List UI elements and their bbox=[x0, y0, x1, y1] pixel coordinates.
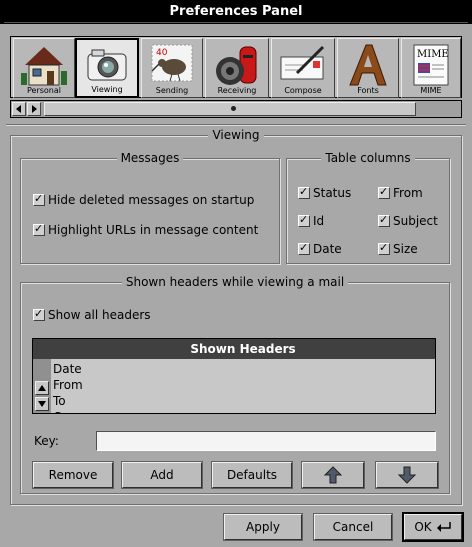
list-scrollbar[interactable] bbox=[33, 359, 51, 413]
tab-label: Personal bbox=[26, 86, 61, 95]
check-icon bbox=[33, 222, 45, 236]
check-icon bbox=[378, 185, 390, 199]
svg-text:MIME: MIME bbox=[417, 49, 449, 60]
move-up-button[interactable] bbox=[301, 461, 365, 489]
check-icon bbox=[298, 213, 310, 227]
scroll-right-button[interactable] bbox=[27, 102, 41, 116]
list-item[interactable]: From bbox=[53, 377, 433, 393]
table-columns-title: Table columns bbox=[321, 151, 415, 165]
svg-text:40: 40 bbox=[156, 48, 168, 58]
mime-document-icon: MIME bbox=[413, 44, 449, 86]
tab-label: MIME bbox=[420, 86, 442, 95]
scroll-up-button[interactable] bbox=[35, 381, 49, 395]
stamp-kiwi-icon: 40 bbox=[151, 44, 193, 82]
column-id-checkbox[interactable]: Id bbox=[298, 213, 325, 228]
check-icon bbox=[378, 241, 390, 255]
move-down-button[interactable] bbox=[375, 461, 439, 489]
thumb-grip-icon bbox=[231, 106, 236, 111]
show-all-headers-checkbox[interactable]: Show all headers bbox=[33, 307, 151, 322]
postbox-icon bbox=[216, 46, 257, 85]
shown-headers-list[interactable]: Shown Headers Date From To Cc bbox=[32, 338, 436, 414]
tab-label: Receiving bbox=[217, 86, 257, 95]
arrow-right-icon bbox=[32, 105, 37, 113]
tab-sending[interactable]: 40 Sending bbox=[141, 38, 203, 98]
scroll-down-button[interactable] bbox=[35, 397, 49, 411]
add-button[interactable]: Add bbox=[121, 461, 203, 489]
arrow-up-icon bbox=[323, 466, 343, 484]
scroll-thumb[interactable] bbox=[44, 102, 416, 116]
messages-title: Messages bbox=[116, 151, 184, 165]
list-column-header[interactable]: Shown Headers bbox=[51, 339, 435, 359]
tab-label: Compose bbox=[284, 86, 322, 95]
arrow-up-icon bbox=[38, 385, 46, 391]
checkbox-label: Subject bbox=[393, 214, 438, 228]
window-title: Preferences Panel bbox=[0, 0, 472, 24]
cancel-button[interactable]: Cancel bbox=[313, 513, 393, 541]
tab-receiving[interactable]: Receiving bbox=[205, 38, 269, 98]
letter-pen-icon bbox=[280, 45, 325, 80]
remove-button[interactable]: Remove bbox=[32, 461, 114, 489]
list-item[interactable]: Date bbox=[53, 361, 433, 377]
checkbox-label: Date bbox=[313, 242, 342, 256]
tab-mime[interactable]: MIME MIME bbox=[401, 38, 461, 98]
category-toolbar: Personal Viewing 40 Sending Receiving Co… bbox=[10, 36, 462, 98]
tab-label: Viewing bbox=[91, 85, 123, 94]
arrow-left-icon bbox=[16, 105, 21, 113]
column-from-checkbox[interactable]: From bbox=[378, 185, 423, 200]
check-icon bbox=[298, 185, 310, 199]
checkbox-label: Hide deleted messages on startup bbox=[48, 193, 255, 207]
key-label: Key: bbox=[34, 434, 59, 448]
apply-button[interactable]: Apply bbox=[223, 513, 303, 541]
checkbox-label: Status bbox=[313, 186, 352, 200]
tab-compose[interactable]: Compose bbox=[271, 38, 335, 98]
divider bbox=[6, 124, 466, 126]
tab-label: Fonts bbox=[357, 86, 379, 95]
defaults-button[interactable]: Defaults bbox=[211, 461, 293, 489]
list-item[interactable]: To bbox=[53, 393, 433, 409]
check-icon bbox=[33, 192, 45, 206]
highlight-urls-checkbox[interactable]: Highlight URLs in message content bbox=[33, 222, 259, 237]
section-title: Viewing bbox=[208, 128, 264, 142]
ok-label: OK bbox=[414, 520, 432, 534]
letter-a-icon bbox=[349, 44, 387, 86]
column-size-checkbox[interactable]: Size bbox=[378, 241, 418, 256]
shown-headers-title: Shown headers while viewing a mail bbox=[121, 275, 349, 289]
check-icon bbox=[33, 307, 45, 321]
checkbox-label: From bbox=[393, 186, 423, 200]
column-status-checkbox[interactable]: Status bbox=[298, 185, 352, 200]
enter-key-icon bbox=[436, 522, 451, 532]
hide-deleted-checkbox[interactable]: Hide deleted messages on startup bbox=[33, 192, 255, 207]
camera-icon bbox=[87, 49, 127, 81]
arrow-down-icon bbox=[38, 401, 46, 407]
preferences-window: Preferences Panel Personal Viewing 40 Se… bbox=[0, 0, 472, 547]
toolbar-scrollbar[interactable] bbox=[10, 100, 462, 118]
tab-viewing[interactable]: Viewing bbox=[75, 38, 139, 98]
list-item[interactable]: Cc bbox=[53, 409, 433, 413]
tab-label: Sending bbox=[155, 86, 189, 95]
tab-fonts[interactable]: Fonts bbox=[337, 38, 399, 98]
checkbox-label: Size bbox=[393, 242, 418, 256]
column-subject-checkbox[interactable]: Subject bbox=[378, 213, 438, 228]
scroll-left-button[interactable] bbox=[12, 102, 26, 116]
arrow-down-icon bbox=[397, 466, 417, 484]
key-input[interactable] bbox=[96, 431, 436, 451]
column-date-checkbox[interactable]: Date bbox=[298, 241, 342, 256]
messages-group: Messages bbox=[20, 151, 280, 264]
house-icon bbox=[21, 47, 67, 86]
checkbox-label: Id bbox=[313, 214, 325, 228]
tab-personal[interactable]: Personal bbox=[13, 38, 75, 98]
checkbox-label: Highlight URLs in message content bbox=[48, 223, 259, 237]
check-icon bbox=[298, 241, 310, 255]
checkbox-label: Show all headers bbox=[48, 308, 151, 322]
ok-button[interactable]: OK bbox=[402, 512, 464, 542]
check-icon bbox=[378, 213, 390, 227]
